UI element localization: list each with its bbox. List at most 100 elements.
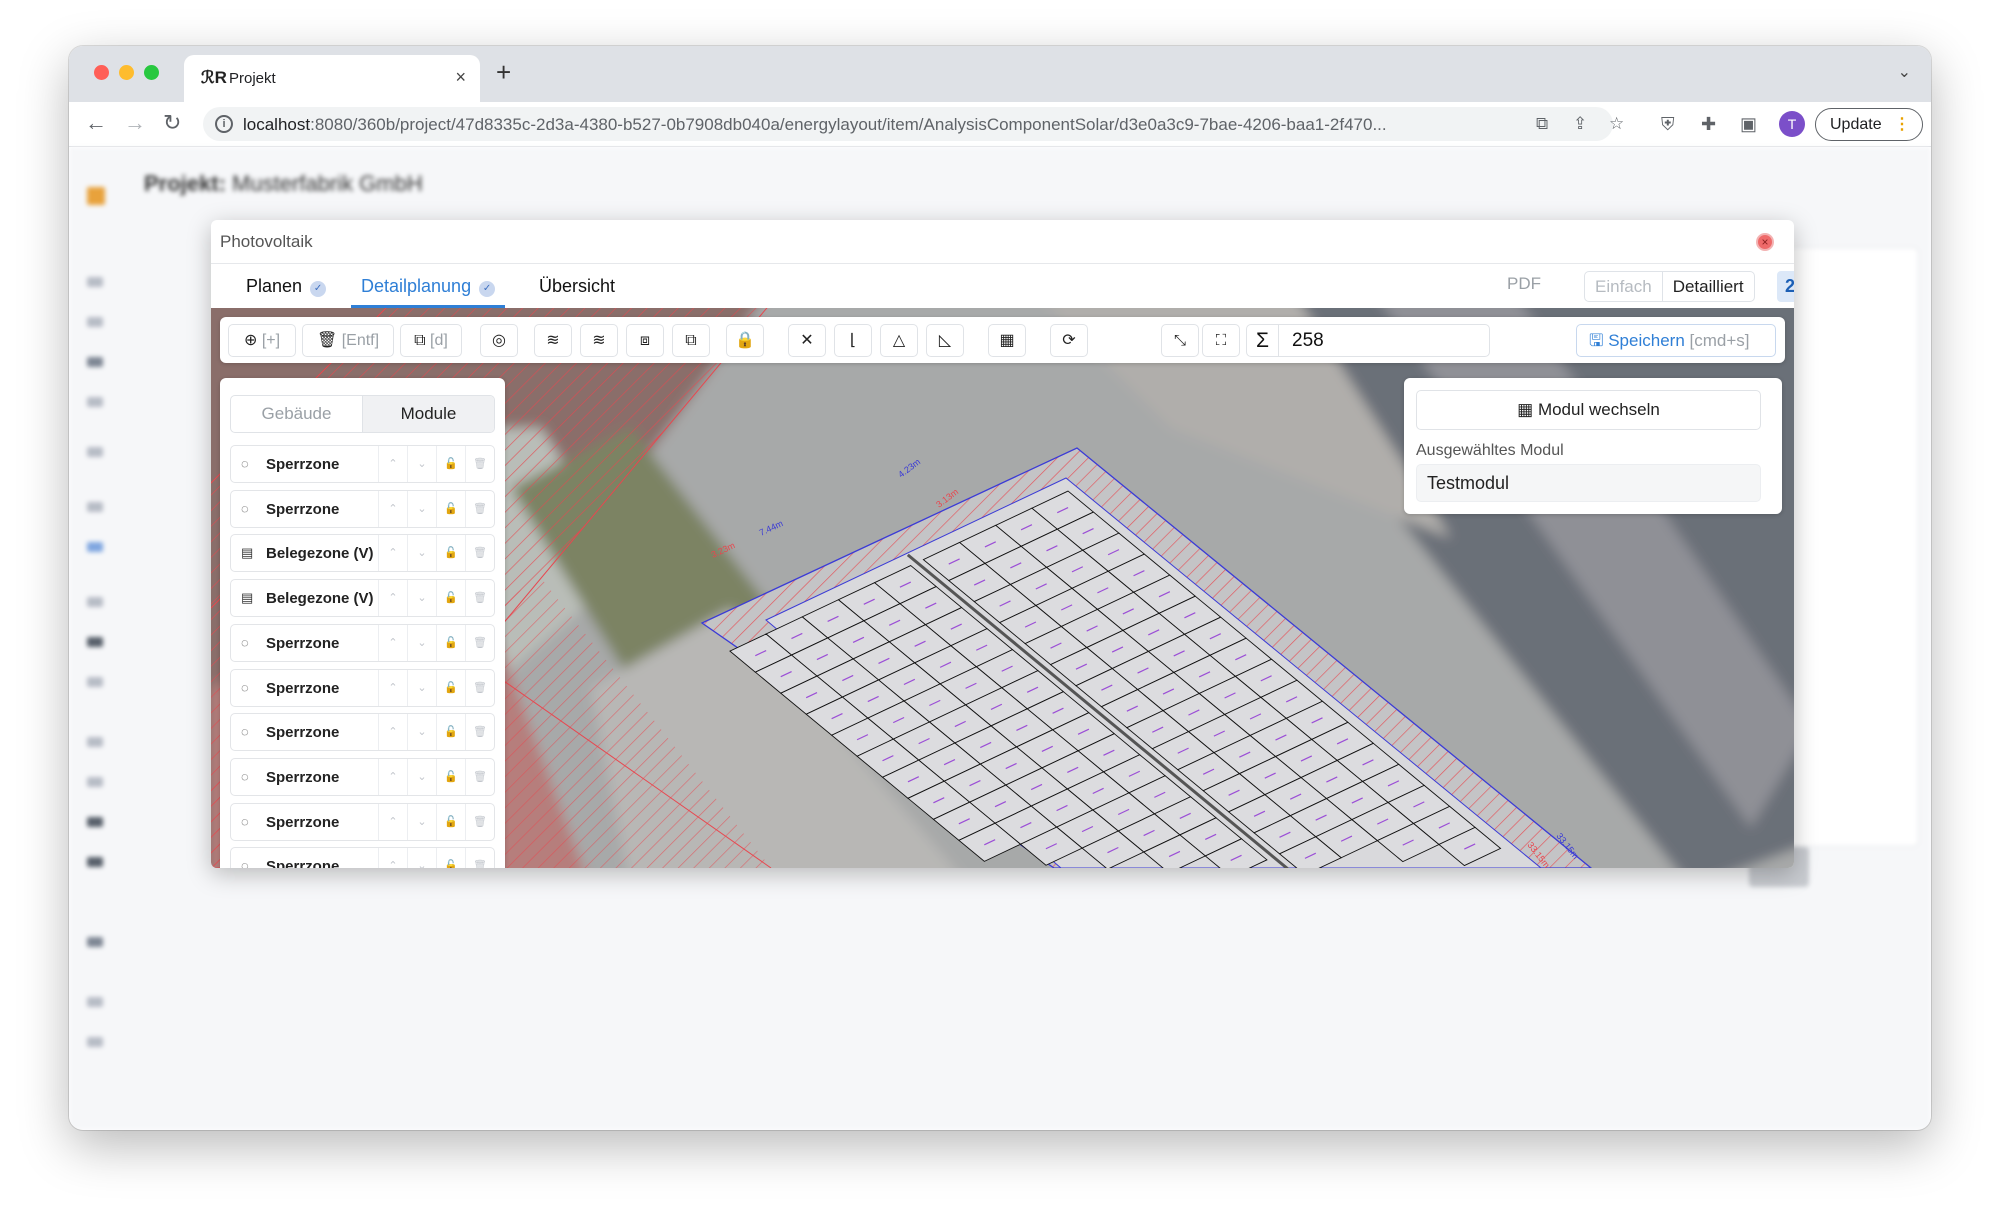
cut-button[interactable]: ✕ [788, 324, 826, 357]
site-info-icon[interactable]: i [215, 115, 233, 133]
layer-down-button[interactable]: ≋ [580, 324, 618, 357]
unlock-icon[interactable]: 🔓 [436, 490, 465, 527]
collapse-button[interactable]: ⤡ [1161, 324, 1199, 357]
angle-button[interactable]: ⌊ [834, 324, 872, 357]
share-icon[interactable]: ⇪ [1573, 114, 1587, 134]
update-button[interactable]: Update ⋮ [1815, 108, 1923, 141]
close-window-icon[interactable] [94, 65, 109, 80]
trash-icon[interactable]: 🗑 [465, 848, 494, 868]
unlock-icon[interactable]: 🔓 [436, 446, 465, 482]
chevron-up-icon[interactable]: ⌃ [378, 669, 407, 706]
right-angle-button[interactable]: ◺ [926, 324, 964, 357]
chevron-down-icon[interactable]: ⌄ [407, 490, 436, 527]
mode-simple-button[interactable]: Einfach [1585, 272, 1663, 301]
back-arrow-icon[interactable]: ← [85, 111, 107, 135]
chevron-down-icon[interactable]: ⌄ [407, 580, 436, 617]
unlock-icon[interactable]: 🔓 [436, 669, 465, 706]
layer-row[interactable]: ◌ Sperrzone ⌃ ⌄ 🔓 🗑 [230, 713, 495, 752]
maximize-window-icon[interactable] [144, 65, 159, 80]
layer-row[interactable]: ◌ Sperrzone ⌃ ⌄ 🔓 🗑 [230, 489, 495, 528]
layer-row[interactable]: ◌ Sperrzone ⌃ ⌄ 🔓 🗑 [230, 668, 495, 707]
year-badge[interactable]: 2033 [1777, 271, 1794, 302]
chevron-down-icon[interactable]: ⌄ [407, 535, 436, 572]
layer-up-button[interactable]: ≋ [534, 324, 572, 357]
unlock-icon[interactable]: 🔓 [436, 624, 465, 661]
selected-module-field[interactable]: Testmodul [1416, 464, 1761, 502]
layer-row[interactable]: ▤ Belegezone (V) ⌃ ⌄ 🔓 🗑 [230, 534, 495, 573]
browser-tab[interactable]: ℛR Projekt × [184, 55, 480, 102]
tab-planen[interactable]: Planen ✓ [236, 264, 336, 308]
tab-detailplanung[interactable]: Detailplanung ✓ [351, 264, 506, 308]
duplicate-button[interactable]: ⧉ [d] [400, 324, 462, 357]
trash-icon[interactable]: 🗑 [465, 714, 494, 751]
trash-icon[interactable]: 🗑 [465, 803, 494, 840]
chevron-up-icon[interactable]: ⌃ [378, 535, 407, 572]
chevron-down-icon[interactable]: ⌄ [407, 758, 436, 795]
tab-uebersicht[interactable]: Übersicht [529, 264, 625, 308]
layer-row[interactable]: ◌ Sperrzone ⌃ ⌄ 🔓 🗑 [230, 623, 495, 662]
forward-arrow-icon[interactable]: → [124, 111, 146, 135]
layer-row[interactable]: ◌ Sperrzone ⌃ ⌄ 🔓 🗑 [230, 757, 495, 796]
unlock-icon[interactable]: 🔓 [436, 758, 465, 795]
chevron-up-icon[interactable]: ⌃ [378, 446, 407, 482]
add-button[interactable]: ⊕ [+] [228, 324, 296, 357]
tab-close-icon[interactable]: × [455, 67, 466, 88]
tab-module[interactable]: Module [362, 396, 494, 432]
trash-icon[interactable]: 🗑 [465, 535, 494, 572]
grid-button[interactable]: ▦ [988, 324, 1026, 357]
modul-wechseln-button[interactable]: ▦ Modul wechseln [1416, 390, 1761, 430]
address-bar[interactable]: i localhost:8080/360b/project/47d8335c-2… [203, 107, 1624, 141]
delete-button[interactable]: 🗑 [Entf] [302, 324, 394, 357]
reload-icon[interactable]: ↻ [163, 111, 181, 135]
chevron-up-icon[interactable]: ⌃ [378, 848, 407, 868]
trash-icon[interactable]: 🗑 [465, 490, 494, 527]
split-button[interactable]: ⧉ [672, 324, 710, 357]
unlock-icon[interactable]: 🔓 [436, 580, 465, 617]
chevron-down-icon[interactable]: ⌄ [407, 714, 436, 751]
trash-icon[interactable]: 🗑 [465, 446, 494, 482]
chevron-down-icon[interactable]: ⌄ [407, 446, 436, 482]
fullscreen-button[interactable]: ⛶ [1202, 324, 1240, 357]
chevron-down-icon[interactable]: ⌄ [407, 624, 436, 661]
chevron-down-icon[interactable]: ⌄ [407, 803, 436, 840]
merge-button[interactable]: ⧈ [626, 324, 664, 357]
layer-row[interactable]: ◌ Sperrzone ⌃ ⌄ 🔓 🗑 [230, 445, 495, 483]
chevron-up-icon[interactable]: ⌃ [378, 714, 407, 751]
layer-row[interactable]: ▤ Belegezone (V) ⌃ ⌄ 🔓 🗑 [230, 579, 495, 618]
chevron-down-icon[interactable]: ⌄ [407, 848, 436, 868]
shield-extension-icon[interactable]: ⛨ [1661, 114, 1675, 135]
trash-icon[interactable]: 🗑 [465, 758, 494, 795]
pdf-button[interactable]: PDF [1507, 274, 1541, 294]
chevron-up-icon[interactable]: ⌃ [378, 580, 407, 617]
new-tab-icon[interactable]: + [496, 59, 511, 85]
chevron-up-icon[interactable]: ⌃ [378, 490, 407, 527]
snap-button[interactable]: ◎ [480, 324, 518, 357]
unlock-icon[interactable]: 🔓 [436, 714, 465, 751]
profile-avatar[interactable]: T [1779, 111, 1805, 137]
dialog-close-icon[interactable]: × [1756, 233, 1774, 251]
chevron-up-icon[interactable]: ⌃ [378, 803, 407, 840]
mode-detailed-button[interactable]: Detailliert [1663, 272, 1754, 301]
lock-button[interactable]: 🔒 [726, 324, 764, 357]
map-canvas[interactable]: 4.23m 3.13m 7.44m 3.23m 33.15m 33.15m ⊕ [+] 🗑… [211, 308, 1794, 868]
unlock-icon[interactable]: 🔓 [436, 848, 465, 868]
refresh-button[interactable]: ⟳ [1050, 324, 1088, 357]
minimize-window-icon[interactable] [119, 65, 134, 80]
translate-icon[interactable]: ⧉ [1536, 114, 1548, 134]
url-text[interactable]: localhost:8080/360b/project/47d8335c-2d3… [243, 115, 1387, 135]
chevron-down-icon[interactable]: ⌄ [407, 669, 436, 706]
puzzle-extensions-icon[interactable]: ✚ [1701, 114, 1716, 135]
sidebar-toggle-icon[interactable]: ▣ [1740, 114, 1757, 135]
trash-icon[interactable]: 🗑 [465, 580, 494, 617]
unlock-icon[interactable]: 🔓 [436, 803, 465, 840]
save-button[interactable]: 🖫 Speichern [cmd+s] [1576, 324, 1776, 357]
bookmark-star-icon[interactable]: ☆ [1609, 114, 1624, 134]
tab-search-chevron-icon[interactable]: ⌄ [1898, 62, 1911, 82]
triangle-button[interactable]: △ [880, 324, 918, 357]
chevron-up-icon[interactable]: ⌃ [378, 758, 407, 795]
layer-row[interactable]: ◌ Sperrzone ⌃ ⌄ 🔓 🗑 [230, 847, 495, 868]
trash-icon[interactable]: 🗑 [465, 669, 494, 706]
chevron-up-icon[interactable]: ⌃ [378, 624, 407, 661]
unlock-icon[interactable]: 🔓 [436, 535, 465, 572]
trash-icon[interactable]: 🗑 [465, 624, 494, 661]
